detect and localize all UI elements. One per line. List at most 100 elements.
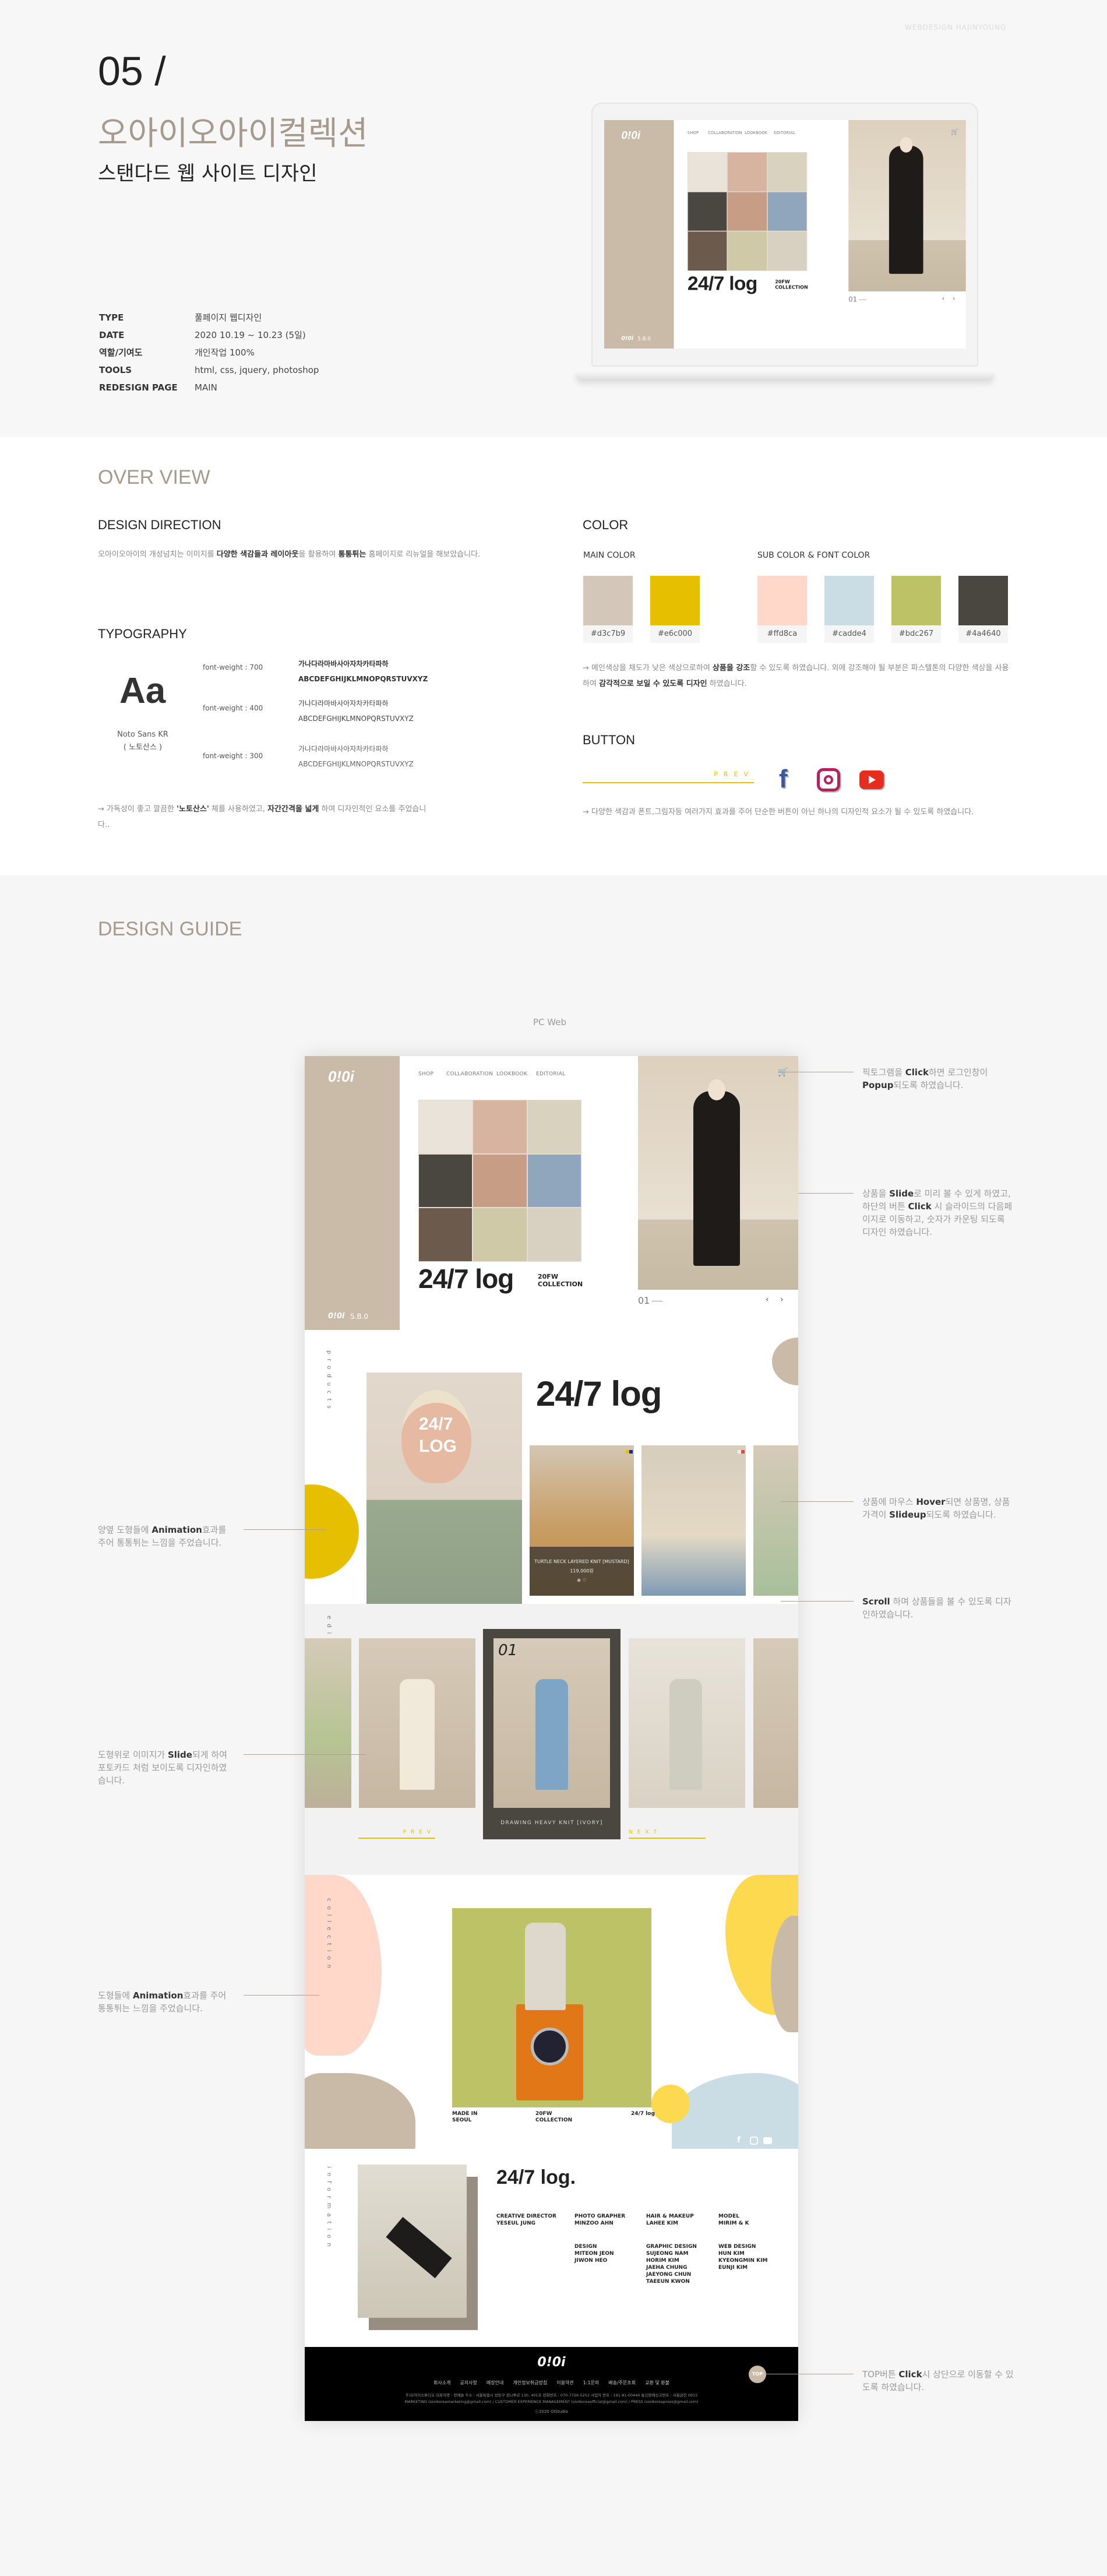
credit-role: PHOTO GRAPHER (574, 2213, 626, 2219)
next-arrow-icon[interactable]: › (780, 1295, 784, 1304)
nav-shop[interactable]: SHOP (418, 1071, 433, 1077)
footer-link[interactable]: 개인정보취급방침 (513, 2380, 547, 2385)
emphasis-text: 다양한 색감들과 레이아웃 (216, 550, 299, 559)
brand-tag[interactable]: 5.B.0 (637, 336, 651, 342)
information-title: 24/7 log. (496, 2166, 576, 2188)
laptop-screen: 0!0i SHOP COLLABORATION LOOKBOOK EDITORI… (604, 120, 966, 349)
credit: MODEL MIRIM & K (718, 2213, 749, 2227)
nav-editorial[interactable]: EDITORIAL (774, 131, 795, 135)
swatch-color (958, 576, 1008, 625)
project-subtitle: 스탠다드 웹 사이트 디자인 (98, 162, 318, 185)
laptop-mockup: 0!0i SHOP COLLABORATION LOOKBOOK EDITORI… (575, 103, 995, 382)
footer-link[interactable]: 배송/주문조회 (608, 2380, 636, 2385)
products-section: products 24/7 LOG 24/7 log TURTLE NECK L… (305, 1330, 798, 1604)
footer-link[interactable]: 매장안내 (486, 2380, 503, 2385)
product-card[interactable] (753, 1445, 798, 1596)
color-option[interactable] (741, 1450, 745, 1454)
editorial-next-button[interactable]: NEXT (629, 1829, 706, 1839)
editorial-card[interactable] (629, 1638, 745, 1808)
site-logo[interactable]: 0!0i (621, 129, 640, 142)
top-button[interactable]: TOP (749, 2366, 766, 2383)
footer-link[interactable]: 이용약관 (556, 2380, 573, 2385)
footer-link[interactable]: 회사소개 (433, 2380, 450, 2385)
color-option[interactable] (629, 1450, 633, 1454)
youtube-icon[interactable] (859, 770, 884, 789)
watermark: WEBDESIGN HAJINYOUNG (905, 23, 1007, 31)
text-segment: 홈페이지로 리뉴얼을 해보았습니다. (366, 550, 481, 559)
nav-shop[interactable]: SHOP (688, 131, 699, 135)
footer-brand-logo[interactable]: 0!0i (621, 335, 633, 342)
info-label: 역할/기여도 (99, 347, 143, 358)
prev-arrow-icon[interactable]: ‹ (766, 1295, 769, 1304)
cart-icon[interactable]: 🛒 (778, 1068, 788, 1077)
next-arrow-icon[interactable]: › (953, 295, 955, 302)
credit-names: HUN KIM KYEONGMIN KIM EUNJI KIM (718, 2251, 768, 2271)
hero-slide-image (638, 1056, 798, 1290)
swatch-color (891, 576, 941, 625)
cart-icon[interactable]: 🛒 (951, 129, 958, 136)
collection-caption: 24/7 log (631, 2111, 655, 2117)
product-card[interactable] (641, 1445, 746, 1596)
nav-collaboration[interactable]: COLLABORATION (708, 131, 742, 135)
instagram-icon[interactable] (817, 768, 840, 791)
color-swatch: #4a4640 (958, 576, 1008, 643)
project-title: 오아이오아이컬렉션 (98, 115, 368, 153)
youtube-icon[interactable] (763, 2137, 772, 2144)
swatch-color (583, 576, 633, 625)
annotation-photocard: 도형위로 이미지가 Slide되게 하여 포토카드 처럼 보이도록 디자인하였습… (98, 1748, 232, 1787)
credit-names: MIRIM & K (718, 2220, 749, 2226)
emphasis-text: 자간간격을 넓게 (267, 805, 319, 814)
credit: PHOTO GRAPHER MINZOO AHN (574, 2213, 625, 2227)
credit-role: HAIR & MAKEUP (646, 2213, 694, 2219)
text-segment: 되도록 하였습니다. (893, 1080, 964, 1090)
site-logo[interactable]: 0!0i (328, 1068, 354, 1086)
footer-contacts: MARKETING (oioikoreamarketing@gmail.com)… (404, 2399, 699, 2404)
footer-link[interactable]: 교환 및 환불 (645, 2380, 669, 2385)
nav-editorial[interactable]: EDITORIAL (536, 1071, 566, 1077)
design-direction-title: DESIGN DIRECTION (98, 518, 221, 532)
collection-caption: MADE IN SEOUL (452, 2111, 478, 2123)
annotation-line (781, 1501, 854, 1502)
prev-arrow-icon[interactable]: ‹ (942, 295, 944, 302)
weight-label: font-weight : 300 (203, 752, 263, 760)
text-segment: 상품을 (862, 1188, 890, 1199)
project-info: TYPE 풀페이지 웹디자인 DATE 2020 10.19 ~ 10.23 (5일… (99, 309, 319, 396)
annotation-line (781, 1601, 854, 1602)
nav-lookbook[interactable]: LOOKBOOK (745, 131, 767, 135)
editorial-prev-button[interactable]: PREV (358, 1829, 435, 1839)
editorial-image (493, 1638, 610, 1808)
footer: 0!0i 회사소개 공지사항 매장안내 개인정보취급방침 이용약관 1:1문의 배송/주문조… (305, 2347, 798, 2421)
copyright: ⓒ2020 OIStudio (535, 2409, 568, 2414)
editorial-active-card[interactable]: 01 DRAWING HEAVY KNIT [IVORY] (483, 1629, 621, 1839)
hero-title: 24/7 log (687, 272, 757, 295)
nav-collaboration[interactable]: COLLABORATION (446, 1071, 493, 1077)
nav-lookbook[interactable]: LOOKBOOK (496, 1071, 527, 1077)
editorial-card[interactable] (305, 1638, 351, 1808)
emphasis-text: '노토산스' (177, 805, 209, 814)
hero-collection: COLLECTION (775, 284, 808, 290)
facebook-icon[interactable]: f (779, 765, 788, 794)
emphasis-text: Click (898, 2369, 922, 2380)
footer-link[interactable]: 1:1문의 (583, 2380, 600, 2385)
info-row: TYPE 풀페이지 웹디자인 (99, 309, 319, 326)
footer-link[interactable]: 공지사항 (460, 2380, 477, 2385)
design-direction-text: 오아이오아이의 개성넘치는 이미지를 다양한 색감들과 레이아웃을 활용하여 통… (98, 547, 494, 562)
product-card[interactable]: TURTLE NECK LAYERED KNIT [MUSTARD] 119,0… (530, 1445, 634, 1596)
editorial-card[interactable] (359, 1638, 475, 1808)
instagram-icon[interactable] (750, 2137, 758, 2145)
facebook-icon[interactable]: f (737, 2135, 741, 2145)
editorial-section: editorial 01 DRAWING HEAVY KNIT [IVORY] … (305, 1604, 798, 1875)
footer-brand-logo[interactable]: 0!0i (328, 1312, 344, 1321)
products-title: 24/7 log (536, 1374, 662, 1413)
prev-button-sample[interactable]: PREV (583, 770, 754, 783)
heart-icon[interactable]: ♡ (583, 1578, 587, 1583)
editorial-card[interactable] (753, 1638, 798, 1808)
brand-tag[interactable]: 5.B.0 (350, 1312, 368, 1321)
text-segment: → 다양한 색감과 폰트,그림자등 여러가지 효과를 주어 단순한 버튼이 아닌… (583, 808, 974, 817)
info-row: TOOLS html, css, jquery, photoshop (99, 361, 319, 379)
text-segment: TOP버튼 (862, 2369, 899, 2380)
credit-names: YESEUL JUNG (496, 2220, 536, 2226)
typography-note: → 가독성이 좋고 깔끔한 '노토산스' 체를 사용하였고, 자간간격을 넓게 … (98, 801, 436, 833)
zoom-icon[interactable]: ⊕ (577, 1578, 581, 1583)
sample-en: ABCDEFGHIJKLMNOPQRSTUVXYZ (298, 675, 428, 683)
